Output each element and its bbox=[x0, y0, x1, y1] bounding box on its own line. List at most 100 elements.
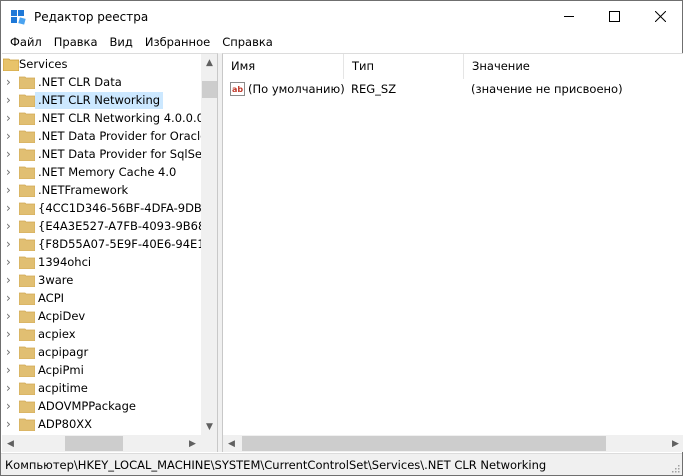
expand-arrow-icon[interactable]: › bbox=[6, 400, 14, 412]
close-button[interactable] bbox=[637, 1, 683, 32]
tree-item[interactable]: › {4CC1D346-56BF-4DFA-9DB0-8 bbox=[2, 199, 201, 217]
current-key-path: Компьютер\HKEY_LOCAL_MACHINE\SYSTEM\Curr… bbox=[5, 458, 547, 472]
tree-item-label: .NET Data Provider for SqlServe bbox=[38, 147, 201, 161]
tree-item-label: acpipagr bbox=[38, 345, 89, 359]
folder-icon bbox=[18, 201, 36, 216]
scroll-right-icon[interactable]: ▶ bbox=[667, 435, 683, 452]
values-list-pane[interactable]: Имя Тип Значение ab (По умолчанию) REG_S… bbox=[222, 53, 683, 452]
column-header-value[interactable]: Значение bbox=[464, 54, 683, 79]
maximize-button[interactable] bbox=[591, 1, 637, 32]
folder-icon bbox=[18, 75, 36, 90]
folder-icon bbox=[18, 309, 36, 324]
expand-arrow-icon[interactable]: › bbox=[6, 418, 14, 430]
expand-arrow-icon[interactable]: › bbox=[6, 76, 14, 88]
tree-item-label: .NET CLR Networking 4.0.0.0 bbox=[38, 111, 201, 125]
menu-view[interactable]: Вид bbox=[104, 33, 139, 53]
tree-vertical-scrollbar[interactable]: ▲ ▼ bbox=[201, 54, 217, 435]
scroll-up-icon[interactable]: ▲ bbox=[201, 54, 217, 71]
key-tree-pane[interactable]: Services › .NET CLR Data › .NET CLR Network… bbox=[2, 53, 218, 452]
expand-arrow-icon[interactable]: › bbox=[6, 382, 14, 394]
scroll-thumb[interactable] bbox=[202, 81, 217, 98]
tree-item[interactable]: › .NET Data Provider for Oracle bbox=[2, 127, 201, 145]
tree-item-label: 1394ohci bbox=[38, 255, 92, 269]
regedit-icon bbox=[10, 9, 26, 25]
folder-icon bbox=[18, 93, 36, 108]
tree-item[interactable]: › 1394ohci bbox=[2, 253, 201, 271]
scroll-thumb[interactable] bbox=[242, 436, 606, 451]
tree-item-root[interactable]: Services bbox=[2, 55, 201, 73]
tree-item-label: Services bbox=[19, 57, 68, 71]
folder-icon bbox=[18, 129, 36, 144]
expand-arrow-icon[interactable]: › bbox=[6, 130, 14, 142]
tree-horizontal-scrollbar[interactable]: ◀ ▶ bbox=[2, 435, 201, 452]
tree-item[interactable]: › .NET Data Provider for SqlServe bbox=[2, 145, 201, 163]
tree-item-label: {F8D55A07-5E9F-40E6-94E1-BF bbox=[38, 237, 201, 251]
expand-arrow-icon[interactable]: › bbox=[6, 166, 14, 178]
menu-bar: Файл Правка Вид Избранное Справка bbox=[1, 33, 682, 53]
folder-icon bbox=[18, 417, 36, 432]
scroll-left-icon[interactable]: ◀ bbox=[223, 435, 240, 452]
expand-arrow-icon[interactable]: › bbox=[6, 202, 14, 214]
tree-item[interactable]: › AcpiPmi bbox=[2, 361, 201, 379]
tree-item[interactable]: › AcpiDev bbox=[2, 307, 201, 325]
tree-item[interactable]: › ADP80XX bbox=[2, 415, 201, 433]
tree-item[interactable]: › ADOVMPPackage bbox=[2, 397, 201, 415]
tree-item[interactable]: › {E4A3E527-A7FB-4093-9B68-E5 bbox=[2, 217, 201, 235]
menu-edit[interactable]: Правка bbox=[48, 33, 104, 53]
column-header-type[interactable]: Тип bbox=[344, 54, 464, 79]
tree-item-label: ADOVMPPackage bbox=[38, 399, 136, 413]
minimize-button[interactable] bbox=[546, 1, 592, 32]
folder-icon bbox=[18, 273, 36, 288]
folder-icon bbox=[18, 381, 36, 396]
expand-arrow-icon[interactable]: › bbox=[6, 256, 14, 268]
column-header-name[interactable]: Имя bbox=[223, 54, 344, 79]
expand-arrow-icon[interactable]: › bbox=[6, 346, 14, 358]
window-title: Редактор реестра bbox=[34, 10, 149, 24]
svg-text:ab: ab bbox=[232, 85, 243, 94]
expand-arrow-icon[interactable]: › bbox=[6, 148, 14, 160]
status-bar: Компьютер\HKEY_LOCAL_MACHINE\SYSTEM\Curr… bbox=[1, 453, 682, 475]
tree-item[interactable]: › .NETFramework bbox=[2, 181, 201, 199]
tree-item-label: {E4A3E527-A7FB-4093-9B68-E5 bbox=[38, 219, 201, 233]
list-horizontal-scrollbar[interactable]: ◀ ▶ bbox=[223, 435, 683, 452]
expand-arrow-icon[interactable]: › bbox=[6, 310, 14, 322]
tree-item[interactable]: › 3ware bbox=[2, 271, 201, 289]
value-row[interactable]: ab (По умолчанию) REG_SZ (значение не пр… bbox=[223, 79, 683, 99]
tree-item-label: {4CC1D346-56BF-4DFA-9DB0-8 bbox=[38, 201, 201, 215]
expand-arrow-icon[interactable]: › bbox=[6, 184, 14, 196]
folder-icon bbox=[18, 291, 36, 306]
expand-arrow-icon[interactable]: › bbox=[6, 238, 14, 250]
title-bar[interactable]: Редактор реестра bbox=[1, 1, 682, 32]
expand-arrow-icon[interactable]: › bbox=[6, 364, 14, 376]
menu-help[interactable]: Справка bbox=[216, 33, 279, 53]
scroll-thumb[interactable] bbox=[65, 436, 123, 451]
tree-item[interactable]: › acpipagr bbox=[2, 343, 201, 361]
folder-icon bbox=[18, 165, 36, 180]
expand-arrow-icon[interactable]: › bbox=[6, 292, 14, 304]
expand-arrow-icon[interactable]: › bbox=[6, 220, 14, 232]
tree-item[interactable]: › acpitime bbox=[2, 379, 201, 397]
resize-grip-icon[interactable] bbox=[670, 463, 680, 473]
tree-item[interactable]: › acpiex bbox=[2, 325, 201, 343]
folder-icon bbox=[18, 237, 36, 252]
tree-item[interactable]: › ACPI bbox=[2, 289, 201, 307]
scroll-left-icon[interactable]: ◀ bbox=[2, 435, 19, 452]
tree-item[interactable]: › .NET CLR Networking 4.0.0.0 bbox=[2, 109, 201, 127]
expand-arrow-icon[interactable]: › bbox=[6, 328, 14, 340]
tree-item-label: AcpiDev bbox=[38, 309, 86, 323]
expand-arrow-icon[interactable]: › bbox=[6, 112, 14, 124]
expand-arrow-icon[interactable]: › bbox=[6, 94, 14, 106]
key-tree[interactable]: Services › .NET CLR Data › .NET CLR Network… bbox=[2, 54, 201, 435]
scroll-down-icon[interactable]: ▼ bbox=[201, 418, 217, 435]
menu-favorites[interactable]: Избранное bbox=[139, 33, 216, 53]
tree-item[interactable]: › .NET Memory Cache 4.0 bbox=[2, 163, 201, 181]
minimize-icon bbox=[563, 16, 574, 17]
scroll-right-icon[interactable]: ▶ bbox=[184, 435, 201, 452]
string-value-icon: ab bbox=[230, 82, 245, 96]
tree-item[interactable]: › .NET CLR Data bbox=[2, 73, 201, 91]
expand-arrow-icon[interactable]: › bbox=[6, 274, 14, 286]
menu-file[interactable]: Файл bbox=[1, 33, 48, 53]
tree-item[interactable]: › .NET CLR Networking bbox=[2, 91, 201, 109]
folder-icon bbox=[18, 363, 36, 378]
tree-item[interactable]: › {F8D55A07-5E9F-40E6-94E1-BF bbox=[2, 235, 201, 253]
